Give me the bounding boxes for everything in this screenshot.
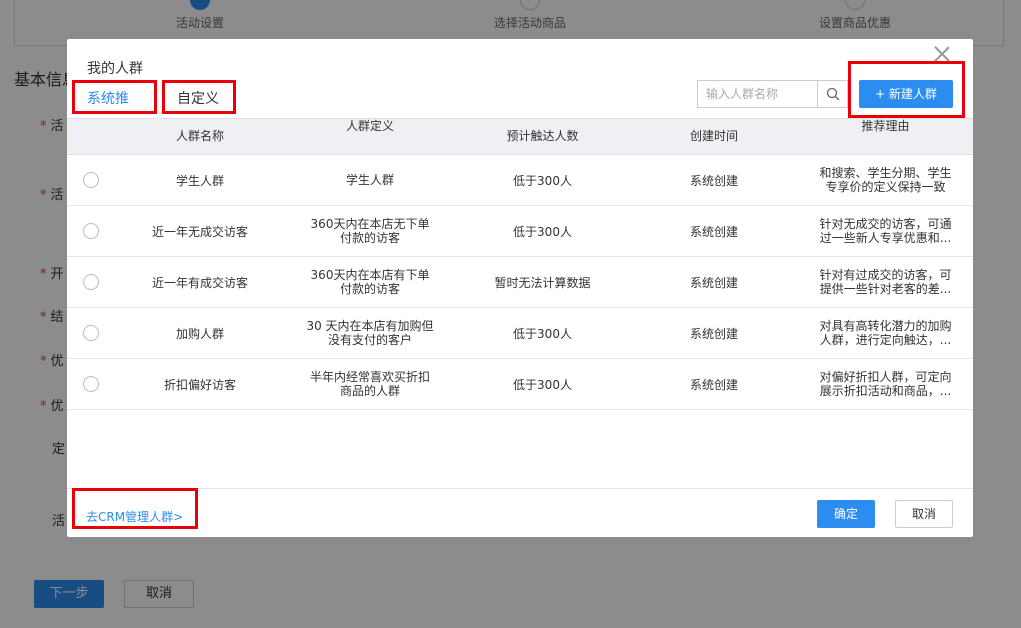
table-row[interactable]: 折扣偏好访客 半年内经常喜欢买折扣商品的人群 低于300人 系统创建 对偏好折扣…	[67, 359, 973, 410]
crowd-definition: 360天内在本店有下单付款的访客	[310, 268, 430, 296]
column-header: 推荐理由	[861, 119, 910, 133]
search-icon	[826, 87, 840, 101]
table-row[interactable]: 近一年有成交访客 360天内在本店有下单付款的访客 暂时无法计算数据 系统创建 …	[67, 257, 973, 308]
column-header: 人群名称	[175, 129, 224, 143]
row-radio[interactable]	[83, 376, 99, 392]
estimated-reach: 低于300人	[513, 377, 572, 392]
new-crowd-button[interactable]: + 新建人群	[859, 80, 953, 108]
crowd-name: 近一年无成交访客	[151, 224, 248, 239]
crowd-name: 加购人群	[175, 326, 224, 341]
crowd-definition: 学生人群	[345, 173, 394, 187]
modal-cancel-button[interactable]: 取消	[895, 500, 953, 528]
estimated-reach: 低于300人	[513, 224, 572, 239]
row-radio[interactable]	[83, 223, 99, 239]
search-box	[697, 80, 848, 108]
column-header: 预计触达人数	[506, 129, 579, 143]
recommend-reason: 针对有过成交的访客，可提供一些针对老客的差...	[819, 268, 952, 296]
estimated-reach: 暂时无法计算数据	[494, 275, 591, 290]
crowd-name: 近一年有成交访客	[151, 275, 248, 290]
created-by: 系统创建	[689, 224, 738, 239]
tab-custom[interactable]: 自定义	[162, 80, 236, 114]
crowd-definition: 360天内在本店无下单付款的访客	[310, 217, 430, 245]
confirm-button[interactable]: 确定	[817, 500, 875, 528]
crowd-name: 学生人群	[175, 173, 224, 188]
search-button[interactable]	[817, 81, 847, 107]
table-row[interactable]: 加购人群 30 天内在本店有加购但没有支付的客户 低于300人 系统创建 对具有…	[67, 308, 973, 359]
row-radio[interactable]	[83, 325, 99, 341]
crowd-table: 人群名称 人群定义 预计触达人数 创建时间 推荐理由 学生人群 学生人群 低于3…	[67, 118, 973, 410]
column-header: 创建时间	[689, 129, 738, 143]
estimated-reach: 低于300人	[513, 173, 572, 188]
recommend-reason: 对偏好折扣人群，可定向展示折扣活动和商品，...	[819, 370, 952, 398]
search-input[interactable]	[698, 81, 818, 107]
crowd-definition: 30 天内在本店有加购但没有支付的客户	[306, 319, 434, 347]
modal-title: 我的人群	[87, 61, 143, 77]
table-row[interactable]: 近一年无成交访客 360天内在本店无下单付款的访客 低于300人 系统创建 针对…	[67, 206, 973, 257]
created-by: 系统创建	[689, 326, 738, 341]
created-by: 系统创建	[689, 275, 738, 290]
created-by: 系统创建	[689, 173, 738, 188]
tab-system-recommend[interactable]: 系统推荐	[72, 80, 157, 139]
crm-manage-link[interactable]: 去CRM管理人群>	[86, 508, 183, 525]
table-row[interactable]: 学生人群 学生人群 低于300人 系统创建 和搜索、学生分期、学生专享价的定义保…	[67, 155, 973, 206]
estimated-reach: 低于300人	[513, 326, 572, 341]
crowd-name: 折扣偏好访客	[163, 377, 236, 392]
crowd-definition: 半年内经常喜欢买折扣商品的人群	[309, 370, 430, 398]
crowd-selector-modal: 我的人群 系统推荐 自定义 + 新建人群 人群名称 人群定义 预计触达人数 创建…	[67, 39, 973, 537]
column-header: 人群定义	[345, 119, 394, 133]
table-header: 人群名称 人群定义 预计触达人数 创建时间 推荐理由	[67, 118, 973, 155]
created-by: 系统创建	[689, 377, 738, 392]
recommend-reason: 针对无成交的访客，可通过一些新人专享优惠和...	[819, 217, 952, 245]
recommend-reason: 对具有高转化潜力的加购人群，进行定向触达，...	[819, 319, 952, 347]
recommend-reason: 和搜索、学生分期、学生专享价的定义保持一致	[819, 166, 952, 194]
row-radio[interactable]	[83, 274, 99, 290]
row-radio[interactable]	[83, 172, 99, 188]
